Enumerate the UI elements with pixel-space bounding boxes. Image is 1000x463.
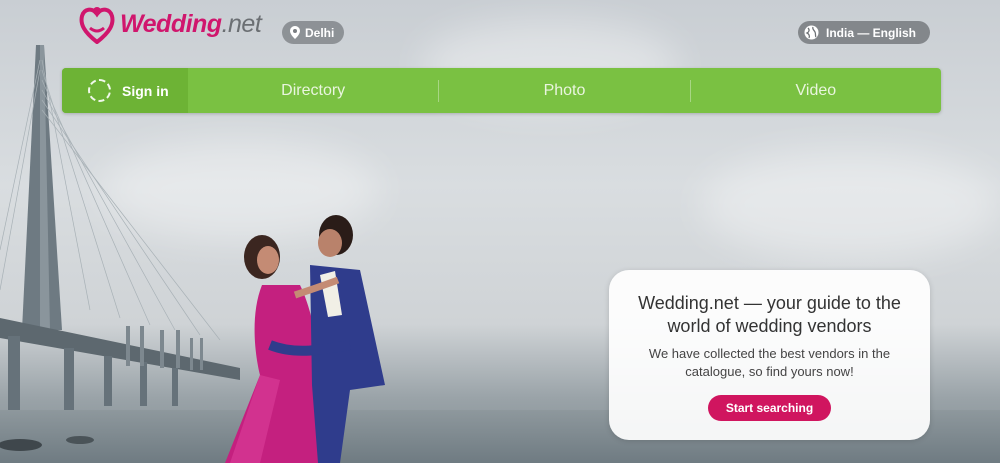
globe-icon [804,25,819,40]
nav-item-directory-label: Directory [281,81,346,99]
signin-button[interactable]: Sign in [62,68,188,113]
map-pin-icon [290,26,300,39]
heart-logo-icon [79,7,115,44]
main-navbar: Sign in Directory Photo Video [62,68,941,113]
couple-photo [225,215,385,463]
nav-item-directory[interactable]: Directory [188,82,438,100]
hero-info-card: Wedding.net — your guide to the world of… [609,270,930,440]
brand-name-suffix: .net [221,9,262,38]
nav-item-video[interactable]: Video [691,82,941,100]
city-label: Delhi [305,25,335,40]
brand-name-main: Wedding [120,9,222,38]
signin-label: Sign in [122,82,169,99]
nav-item-video-label: Video [795,81,837,99]
brand-logo[interactable]: Wedding.net [78,4,262,44]
nav-item-photo[interactable]: Photo [439,82,689,100]
brand-name: Wedding.net [120,9,262,39]
nav-item-photo-label: Photo [543,81,586,99]
hero-title: Wedding.net — your guide to the world of… [638,293,901,336]
language-label: India — English [826,25,917,40]
city-selector[interactable]: Delhi [282,21,345,44]
start-searching-button[interactable]: Start searching [707,395,832,421]
language-selector[interactable]: India — English [798,21,931,44]
user-avatar-icon [88,79,111,102]
hero-subtitle: We have collected the best vendors in th… [648,346,891,379]
